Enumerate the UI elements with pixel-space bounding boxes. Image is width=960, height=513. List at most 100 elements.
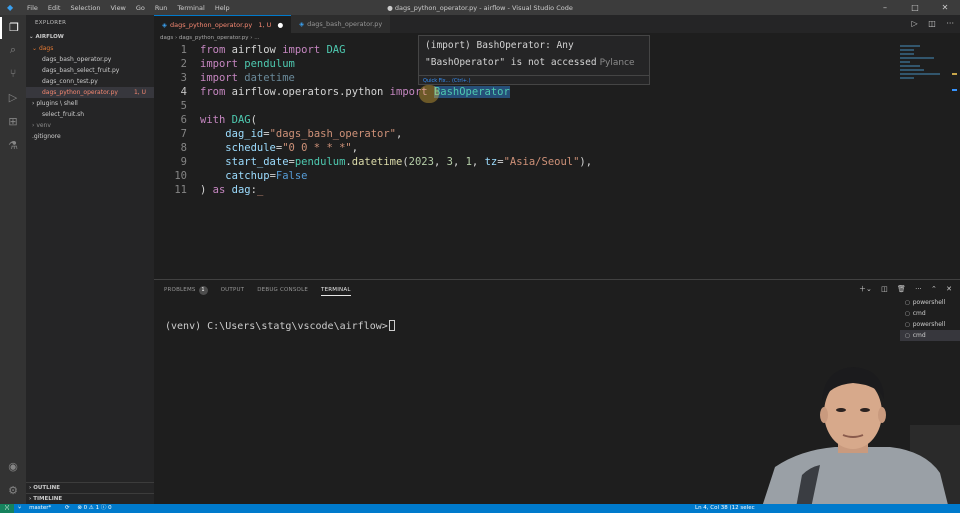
close-icon[interactable]: ✕	[930, 0, 960, 15]
problems-count[interactable]: ⊗ 0 ⚠ 1 ⓘ 0	[77, 505, 111, 511]
account-icon[interactable]: ◉	[0, 456, 26, 478]
code-line[interactable]: 4 from airflow.operators.python import Ba…	[154, 85, 896, 99]
workspace-root[interactable]: ⌄ AIRFLOW	[26, 31, 154, 43]
maximize-panel-icon[interactable]: ⌃	[931, 285, 937, 293]
settings-gear-icon[interactable]: ⚙	[0, 480, 26, 502]
tree-folder[interactable]: ⌄ dags	[26, 43, 154, 54]
tree-file[interactable]: dags_bash_select_fruit.py	[26, 65, 154, 76]
tree-file[interactable]: select_fruit.sh	[26, 109, 154, 120]
git-branch[interactable]: ⑂ master*	[18, 505, 57, 511]
timeline-section[interactable]: › TIMELINE	[26, 493, 154, 504]
menu-bar: File Edit Selection View Go Run Terminal Help	[22, 4, 235, 12]
menu-go[interactable]: Go	[131, 4, 150, 12]
terminal-instance[interactable]: ▢ cmd	[900, 308, 960, 319]
close-panel-icon[interactable]: ✕	[946, 285, 952, 293]
menu-run[interactable]: Run	[150, 4, 172, 12]
new-terminal-icon[interactable]: ＋⌄	[859, 285, 872, 293]
run-icon[interactable]: ▷	[912, 19, 918, 28]
extensions-icon[interactable]: ⊞	[0, 111, 26, 133]
panel-tab-label: DEBUG CONSOLE	[257, 287, 309, 293]
code-line[interactable]: 9 start_date=pendulum.datetime(2023, 3, …	[154, 155, 896, 169]
terminal-output[interactable]: (venv) C:\Users\statg\vscode\airflow>	[165, 320, 395, 332]
menu-help[interactable]: Help	[210, 4, 235, 12]
panel-tab-label: TERMINAL	[321, 287, 351, 293]
terminal-icon: ▢	[905, 311, 910, 317]
explorer-icon[interactable]: ❐	[0, 17, 26, 39]
tree-file[interactable]: dags_bash_operator.py	[26, 54, 154, 65]
code-token: from	[200, 44, 226, 56]
code-token: catchup	[225, 170, 270, 182]
tree-file[interactable]: dags_python_operator.py 1, U	[26, 87, 154, 98]
cursor-position[interactable]: Ln 4, Col 38 (12 selec	[695, 504, 755, 513]
code-token: dag	[231, 184, 251, 196]
tab-problems[interactable]: PROBLEMS 1	[164, 284, 208, 296]
tab-output[interactable]: OUTPUT	[221, 284, 245, 296]
line-number: 7	[180, 128, 187, 140]
tree-file[interactable]: dags_conn_test.py	[26, 76, 154, 87]
maximize-icon[interactable]: □	[900, 0, 930, 15]
search-icon[interactable]: ⌕	[0, 39, 26, 61]
more-actions-icon[interactable]: ···	[946, 19, 954, 28]
tab-dags-bash-operator[interactable]: ◈ dags_bash_operator.py	[291, 15, 391, 33]
activity-bar: ❐ ⌕ ⑂ ▷ ⊞ ⚗ ◉ ⚙	[0, 15, 26, 504]
terminal-instance[interactable]: ▢ powershell	[900, 319, 960, 330]
tab-debug-console[interactable]: DEBUG CONSOLE	[257, 284, 308, 296]
minimize-icon[interactable]: –	[870, 0, 900, 15]
terminal-name: cmd	[912, 332, 926, 339]
code-line[interactable]: 7 dag_id="dags_bash_operator",	[154, 127, 896, 141]
code-token: tz	[484, 156, 498, 168]
code-text: dag_id="dags_bash_operator",	[200, 127, 402, 141]
run-debug-icon[interactable]: ▷	[0, 87, 26, 109]
code-line[interactable]: 8 schedule="0 0 * * *",	[154, 141, 896, 155]
line-number: 6	[180, 114, 187, 126]
minimap[interactable]	[896, 43, 948, 103]
testing-icon[interactable]: ⚗	[0, 135, 26, 157]
tree-folder[interactable]: › plugins \ shell	[26, 98, 154, 109]
split-editor-icon[interactable]: ◫	[928, 19, 936, 28]
remote-icon[interactable]: ⟩⟨	[0, 504, 14, 513]
tree-folder[interactable]: › venv	[26, 120, 154, 131]
tree-item-label: dags_bash_select_fruit.py	[42, 67, 120, 74]
code-token: )	[200, 184, 213, 196]
menu-file[interactable]: File	[22, 4, 43, 12]
menu-view[interactable]: View	[105, 4, 130, 12]
code-token: _	[256, 184, 264, 196]
code-line[interactable]: 5	[154, 99, 896, 113]
tree-item-label: dags_conn_test.py	[42, 78, 98, 85]
hover-diagnostic: "BashOperator" is not accessed Pylance	[425, 57, 635, 68]
code-line[interactable]: 6 with DAG(	[154, 113, 896, 127]
split-terminal-icon[interactable]: ◫	[881, 285, 888, 293]
code-line[interactable]: 10 catchup=False	[154, 169, 896, 183]
hover-source: Pylance	[599, 58, 635, 68]
terminal-name: powershell	[912, 299, 946, 306]
sync-icon[interactable]: ⟳	[65, 505, 70, 511]
terminal-instance[interactable]: ▢ cmd	[900, 330, 960, 341]
menu-terminal[interactable]: Terminal	[172, 4, 209, 12]
terminal-instance[interactable]: ▢ powershell	[900, 297, 960, 308]
source-control-icon[interactable]: ⑂	[0, 63, 26, 85]
line-number: 2	[180, 58, 187, 70]
code-token: (	[250, 114, 257, 126]
menu-selection[interactable]: Selection	[65, 4, 105, 12]
line-number: 3	[180, 72, 187, 84]
quick-fix-link[interactable]: Quick Fix... (Ctrl+.)	[419, 75, 649, 85]
python-file-icon: ◈	[299, 20, 305, 28]
trash-icon[interactable]: 🗑	[897, 285, 906, 293]
breadcrumb[interactable]: dags › dags_python_operator.py › ...	[160, 33, 259, 43]
unsaved-dot-icon[interactable]: ●	[277, 21, 283, 29]
code-token: 2023	[408, 156, 434, 168]
outline-section[interactable]: › OUTLINE	[26, 482, 154, 493]
more-actions-icon[interactable]: ···	[915, 285, 922, 293]
editor-scrollbar[interactable]	[950, 43, 958, 279]
code-token: import	[200, 72, 238, 84]
code-line[interactable]: 11) as dag:_	[154, 183, 896, 197]
menu-edit[interactable]: Edit	[43, 4, 66, 12]
tab-dags-python-operator[interactable]: ◈ dags_python_operator.py 1, U ●	[154, 15, 292, 33]
panel-actions: ＋⌄ ◫ 🗑 ··· ⌃ ✕	[852, 284, 952, 294]
terminal-cursor	[388, 320, 395, 331]
tree-file[interactable]: .gitignore	[26, 131, 154, 142]
panel-tab-label: PROBLEMS	[164, 287, 196, 293]
code-text: import datetime	[200, 71, 295, 85]
tab-terminal[interactable]: TERMINAL	[321, 284, 351, 296]
